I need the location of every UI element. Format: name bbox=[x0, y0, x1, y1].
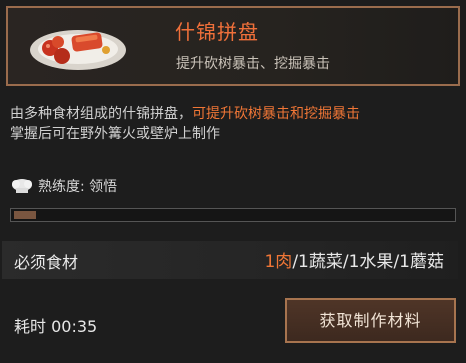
dish-description: 由多种食材组成的什锦拼盘，可提升砍树暴击和挖掘暴击 掌握后可在野外篝火或壁炉上制… bbox=[10, 104, 460, 144]
ingredient-fruit: 1水果 bbox=[348, 252, 394, 272]
ingredient-meat: 1肉 bbox=[264, 252, 293, 272]
ingredient-vegetable: 1蔬菜 bbox=[298, 252, 343, 272]
proficiency-label: 熟练度: 领悟 bbox=[38, 179, 118, 195]
description-text: 由多种食材组成的什锦拼盘， bbox=[10, 106, 192, 122]
proficiency-progress-bar bbox=[10, 208, 456, 222]
dish-effect: 提升砍树暴击、挖掘暴击 bbox=[176, 56, 330, 72]
chef-hat-icon bbox=[12, 179, 32, 193]
dish-title: 什锦拼盘 bbox=[175, 20, 259, 44]
ingredients-list: 1肉/1蔬菜/1水果/1蘑菇 bbox=[264, 247, 444, 272]
description-highlight: 可提升砍树暴击和挖掘暴击 bbox=[192, 106, 360, 122]
get-materials-button[interactable]: 获取制作材料 bbox=[285, 298, 456, 343]
proficiency-row: 熟练度: 领悟 bbox=[10, 176, 117, 196]
craft-time: 耗时 00:35 bbox=[14, 317, 98, 336]
ingredients-label: 必须食材 bbox=[14, 253, 79, 272]
ingredients-row: 必须食材 1肉/1蔬菜/1水果/1蘑菇 bbox=[2, 241, 458, 279]
mixed-platter-icon bbox=[30, 30, 126, 70]
description-text-2: 掌握后可在野外篝火或壁炉上制作 bbox=[10, 126, 220, 142]
proficiency-progress-fill bbox=[14, 211, 36, 219]
ingredient-mushroom: 1蘑菇 bbox=[399, 252, 444, 272]
dish-header-card: 什锦拼盘 提升砍树暴击、挖掘暴击 bbox=[6, 6, 460, 86]
